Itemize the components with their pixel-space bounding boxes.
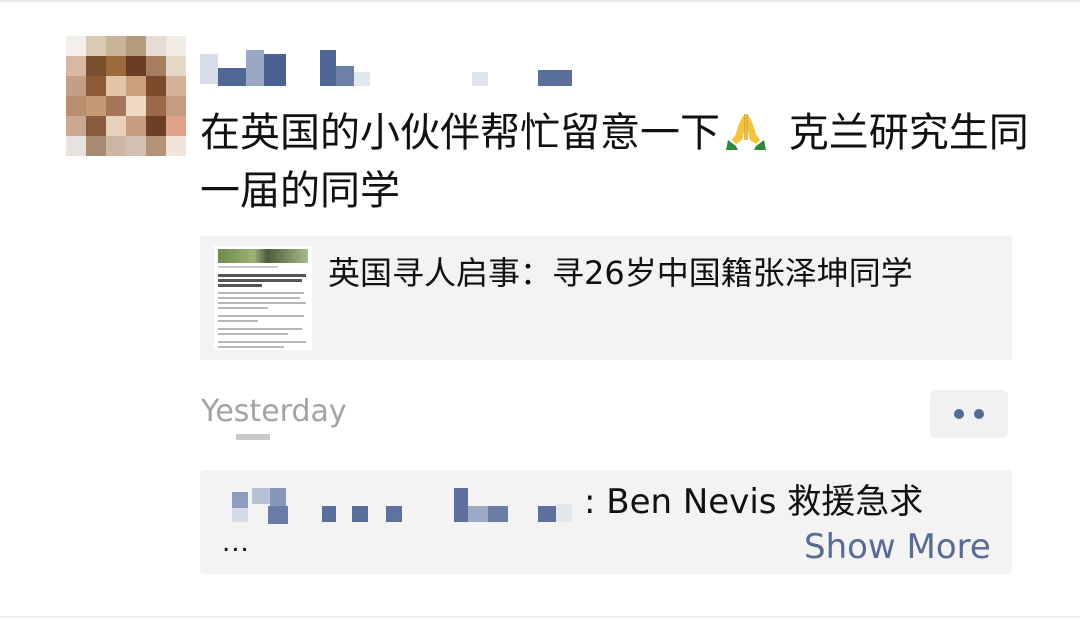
like-comment-menu-button[interactable] bbox=[930, 390, 1008, 438]
article-thumbnail bbox=[214, 246, 312, 350]
comment-ellipsis: ... bbox=[222, 528, 250, 558]
comment-text: : Ben Nevis 救援急求 bbox=[584, 482, 924, 522]
location-blur bbox=[236, 434, 270, 440]
folded-hands-emoji-icon bbox=[726, 114, 766, 150]
commenter-name[interactable] bbox=[232, 488, 582, 528]
post-text-main: 在英国的小伙伴帮忙留意一下 bbox=[200, 110, 720, 156]
show-more-link[interactable]: Show More bbox=[804, 524, 991, 570]
dot-icon bbox=[954, 409, 964, 419]
comment-box: : Ben Nevis 救援急求 ... Show More bbox=[200, 470, 1012, 574]
bottom-divider bbox=[0, 616, 1080, 618]
moments-feed: 在英国的小伙伴帮忙留意一下 克兰研究生同一届的同学 英国寻人启事：寻26岁中国籍… bbox=[0, 0, 1080, 624]
dot-icon bbox=[974, 409, 984, 419]
top-divider bbox=[0, 0, 1080, 2]
shared-link-card[interactable]: 英国寻人启事：寻26岁中国籍张泽坤同学 bbox=[200, 236, 1012, 360]
post-text: 在英国的小伙伴帮忙留意一下 克兰研究生同一届的同学 bbox=[200, 104, 1040, 220]
username[interactable] bbox=[200, 50, 580, 90]
post-timestamp: Yesterday bbox=[201, 394, 347, 429]
link-title: 英国寻人启事：寻26岁中国籍张泽坤同学 bbox=[328, 254, 913, 292]
avatar[interactable] bbox=[66, 36, 186, 156]
